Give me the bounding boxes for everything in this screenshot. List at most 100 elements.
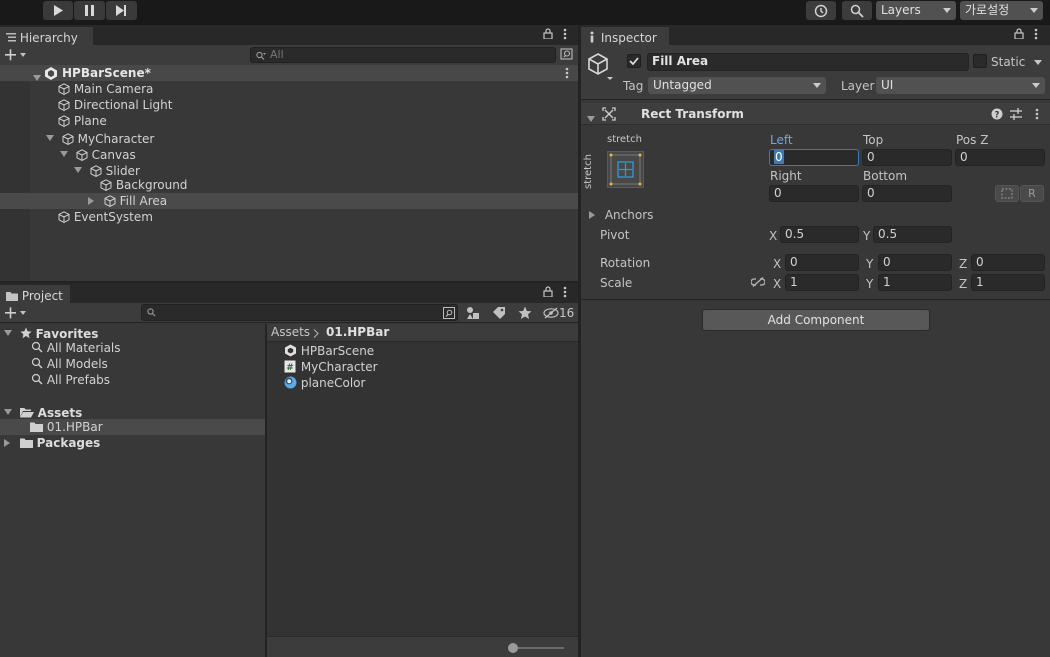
tab-inspector[interactable]: Inspector <box>581 27 669 45</box>
hierarchy-item-directional-light[interactable]: Directional Light <box>58 97 173 113</box>
active-checkbox[interactable] <box>627 54 641 68</box>
pivot-y-input[interactable]: 0.5 <box>873 226 952 243</box>
top-input[interactable]: 0 <box>862 149 952 166</box>
more-menu-icon[interactable] <box>563 286 567 301</box>
breadcrumb-root[interactable]: Assets <box>271 324 310 341</box>
expand-arrow-icon[interactable] <box>60 145 72 161</box>
create-button[interactable] <box>4 305 30 321</box>
more-menu-icon[interactable] <box>565 67 569 79</box>
hierarchy-item-slider[interactable]: Slider <box>74 161 140 178</box>
rotation-z-input[interactable]: 0 <box>971 254 1045 271</box>
zoom-slider-thumb[interactable] <box>508 643 518 653</box>
expand-arrow-icon[interactable] <box>88 193 100 209</box>
scale-x-input[interactable]: 1 <box>785 274 859 291</box>
favorite-label: All Materials <box>46 341 121 355</box>
collapse-arrow-icon[interactable] <box>4 403 16 419</box>
project-search-input[interactable] <box>141 304 458 321</box>
pivot-x-input[interactable]: 0.5 <box>780 226 859 243</box>
hidden-eye-icon[interactable] <box>543 307 559 319</box>
posz-input[interactable]: 0 <box>955 149 1045 166</box>
hierarchy-tabbar: Hierarchy <box>0 25 578 45</box>
favorite-item[interactable]: All Models <box>31 356 108 372</box>
pause-button[interactable] <box>74 1 105 20</box>
expand-arrow-icon[interactable] <box>74 161 86 177</box>
rotation-x-input[interactable]: 0 <box>785 254 859 271</box>
hierarchy-item-eventsystem[interactable]: EventSystem <box>58 209 153 225</box>
layer-dropdown[interactable]: UI <box>876 77 1045 94</box>
hierarchy-item-fill-area[interactable]: Fill Area <box>88 193 167 209</box>
presets-icon[interactable] <box>1010 108 1022 120</box>
search-button[interactable] <box>842 1 872 20</box>
more-menu-icon[interactable] <box>1035 108 1039 120</box>
label-tag-icon[interactable] <box>492 306 506 320</box>
left-input[interactable]: 0 <box>769 149 859 166</box>
bottom-input[interactable]: 0 <box>862 185 952 202</box>
file-item-planecolor[interactable]: planeColor <box>284 375 365 391</box>
hierarchy-item-main-camera[interactable]: Main Camera <box>58 81 153 97</box>
file-item-mycharacter[interactable]: # MyCharacter <box>284 359 378 375</box>
scale-y-input[interactable]: 1 <box>878 274 952 291</box>
play-button[interactable] <box>43 1 73 20</box>
tab-project[interactable]: Project <box>0 285 70 303</box>
layout-dropdown[interactable]: 가로설정 <box>960 1 1043 20</box>
hierarchy-search-input[interactable]: All <box>250 47 556 63</box>
hierarchy-item-canvas[interactable]: Canvas <box>60 145 136 162</box>
gameobject-icon <box>58 83 70 95</box>
more-menu-icon[interactable] <box>1034 28 1038 43</box>
item-label: Fill Area <box>119 194 168 208</box>
anchor-preset-button[interactable] <box>607 151 644 188</box>
help-icon[interactable]: ? <box>991 108 1003 120</box>
lock-icon[interactable] <box>1014 28 1024 42</box>
component-divider <box>581 299 1050 300</box>
rotation-y-input[interactable]: 0 <box>878 254 952 271</box>
layers-dropdown[interactable]: Layers <box>876 1 956 20</box>
expand-arrow-icon[interactable] <box>4 435 16 451</box>
collapse-arrow-icon[interactable] <box>587 111 595 125</box>
tab-label: Hierarchy <box>19 31 78 45</box>
file-item-hpbarscene[interactable]: HPBarScene <box>284 343 374 359</box>
zoom-slider-track[interactable] <box>512 647 564 649</box>
hierarchy-item-mycharacter[interactable]: MyCharacter <box>46 129 154 146</box>
static-checkbox[interactable] <box>973 54 987 68</box>
favorites-item[interactable]: Favorites <box>4 324 98 341</box>
collapse-arrow-icon[interactable] <box>4 324 16 340</box>
object-name-input[interactable]: Fill Area <box>647 53 969 71</box>
expand-arrow-icon[interactable] <box>46 129 58 145</box>
lock-icon[interactable] <box>543 286 553 300</box>
scene-row[interactable]: HPBarScene* <box>0 65 578 81</box>
packages-folder-item[interactable]: Packages <box>4 435 100 451</box>
object-header: Fill Area Static Tag Untagged Layer UI <box>581 45 1050 100</box>
right-input[interactable]: 0 <box>769 185 859 202</box>
tag-dropdown[interactable]: Untagged <box>648 77 826 94</box>
tab-hierarchy[interactable]: Hierarchy <box>0 27 93 45</box>
raw-edit-button[interactable]: R <box>1020 185 1044 202</box>
folder-item-01-hpbar[interactable]: 01.HPBar <box>30 419 103 435</box>
favorite-item[interactable]: All Materials <box>31 340 121 356</box>
blueprint-mode-button[interactable] <box>995 185 1019 202</box>
collapse-arrow-icon[interactable] <box>33 70 41 84</box>
assets-folder-item[interactable]: Assets <box>4 403 82 420</box>
expand-arrow-icon[interactable] <box>589 208 601 222</box>
breadcrumb-current[interactable]: 01.HPBar <box>326 324 389 341</box>
rect-transform-header[interactable]: Rect Transform ? <box>581 103 1050 125</box>
lock-icon[interactable] <box>543 28 553 42</box>
favorite-label: All Prefabs <box>46 373 111 387</box>
search-scene-icon[interactable] <box>443 307 456 320</box>
step-button[interactable] <box>106 1 137 20</box>
create-button[interactable] <box>4 47 30 63</box>
file-label: MyCharacter <box>300 360 378 374</box>
hierarchy-item-plane[interactable]: Plane <box>58 113 107 129</box>
favorite-item[interactable]: All Prefabs <box>31 372 110 388</box>
anchors-foldout[interactable]: Anchors <box>589 207 889 223</box>
more-menu-icon[interactable] <box>563 28 567 43</box>
filter-by-type-icon[interactable] <box>466 306 480 320</box>
play-icon <box>54 5 63 16</box>
chevron-down-icon[interactable] <box>1034 60 1042 65</box>
hierarchy-item-background[interactable]: Background <box>100 177 187 193</box>
scale-z-input[interactable]: 1 <box>971 274 1045 291</box>
add-component-button[interactable]: Add Component <box>702 309 930 331</box>
star-icon[interactable] <box>518 306 532 320</box>
history-button[interactable] <box>806 1 836 20</box>
constrain-proportions-icon[interactable] <box>751 277 765 287</box>
scene-filter-button[interactable] <box>560 47 574 63</box>
